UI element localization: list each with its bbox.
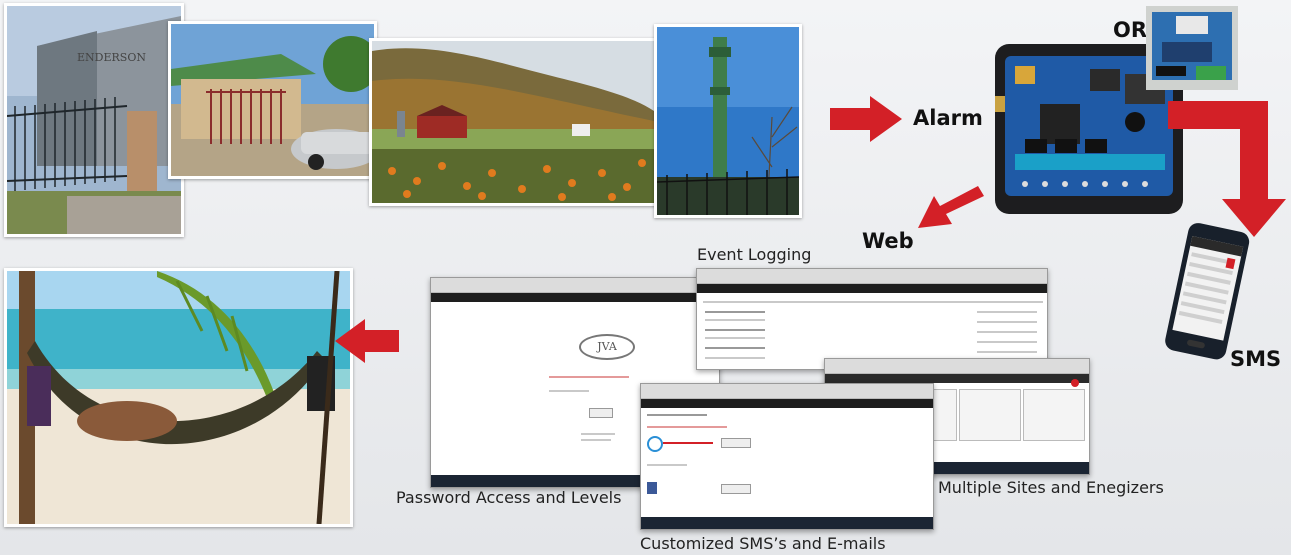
customized-sms-label: Customized SMS’s and E-mails — [640, 534, 886, 553]
gsm-module — [1146, 6, 1238, 90]
photo-building-fence: ENDERSON — [4, 3, 184, 237]
arrow-to-web — [918, 180, 984, 232]
photo-house-gate — [168, 21, 377, 179]
smartphone — [1158, 222, 1254, 362]
sms-label: SMS — [1230, 347, 1282, 371]
web-label: Web — [862, 229, 914, 253]
browser-chrome — [431, 278, 719, 293]
password-access-label: Password Access and Levels — [396, 488, 622, 507]
event-logging-label: Event Logging — [697, 245, 812, 264]
svg-text:ENDERSON: ENDERSON — [77, 51, 146, 64]
or-label: OR — [1113, 18, 1148, 42]
alarm-label: Alarm — [913, 106, 983, 130]
jva-logo: JVA — [579, 334, 635, 360]
multiple-sites-label: Multiple Sites and Enegizers — [938, 478, 1164, 497]
arrow-to-relax — [335, 319, 399, 363]
photo-cell-tower — [654, 24, 802, 218]
app-nav-bar — [431, 293, 719, 302]
screen-customized-sms — [640, 383, 934, 530]
arrow-to-alarm — [830, 96, 902, 142]
login-button — [589, 408, 613, 418]
arrow-to-sms — [1168, 101, 1288, 239]
facebook-icon — [647, 482, 657, 494]
photo-hammock-beach — [4, 268, 353, 527]
photo-farm — [369, 38, 657, 206]
screen-event-logging — [696, 268, 1048, 370]
power-icon — [647, 436, 663, 452]
